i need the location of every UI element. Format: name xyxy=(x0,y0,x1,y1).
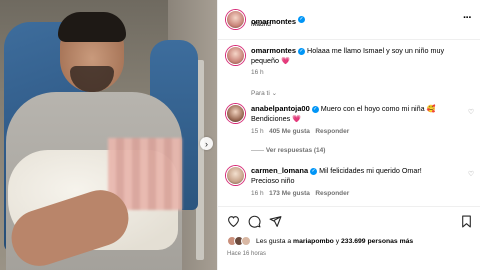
like-comment-heart-icon[interactable]: ♡ xyxy=(467,109,475,117)
verified-badge-icon: ✓ xyxy=(310,167,318,175)
likes-suffix: y xyxy=(333,238,342,245)
caption-block: omarmontes ✓ Holaaa me llamo Ismael y soy… xyxy=(251,46,461,66)
liker-avatar[interactable] xyxy=(241,236,251,246)
post-header: omarmontes ✓ Madrid ··· xyxy=(218,0,480,40)
reply-button[interactable]: Responder xyxy=(315,190,349,197)
reply-button[interactable]: Responder xyxy=(315,128,349,135)
chevron-down-icon: ⌄ xyxy=(271,90,278,97)
verified-badge-icon: ✓ xyxy=(298,47,306,55)
comment-icon[interactable] xyxy=(248,215,261,230)
caption-time[interactable]: 16 h xyxy=(251,69,264,76)
comment-username[interactable]: carmen_lomana xyxy=(251,166,308,175)
save-bookmark-icon[interactable] xyxy=(461,215,472,230)
comment-likes[interactable]: 173 Me gusta xyxy=(269,190,310,197)
likes-prefix: Les gusta a xyxy=(256,238,294,245)
verified-badge-icon: ✓ xyxy=(298,16,306,24)
for-you-label: Para ti xyxy=(251,90,270,97)
like-heart-icon[interactable] xyxy=(227,215,240,229)
view-replies-button[interactable]: —— Ver respuestas (14) xyxy=(251,147,325,154)
comment-meta: 15 h 405 Me gusta Responder xyxy=(251,128,349,135)
comment-avatar[interactable] xyxy=(226,166,245,185)
caption-avatar[interactable] xyxy=(226,46,245,65)
comment-likes[interactable]: 405 Me gusta xyxy=(269,128,310,135)
verified-badge-icon: ✓ xyxy=(311,105,319,113)
view-replies-label: Ver respuestas (14) xyxy=(265,147,326,154)
comment-body: anabelpantoja00 ✓ Muero con el hoyo como … xyxy=(251,104,449,124)
chevron-right-icon: › xyxy=(205,138,208,149)
man-hair xyxy=(58,12,126,42)
more-options-icon[interactable]: ··· xyxy=(463,12,472,24)
share-icon[interactable] xyxy=(269,215,282,230)
for-you-filter[interactable]: Para ti ⌄ xyxy=(251,89,277,97)
comment-avatar[interactable] xyxy=(226,104,245,123)
post-details-panel: omarmontes ✓ Madrid ··· omarmontes ✓ Holaa… xyxy=(217,0,480,270)
comment-time[interactable]: 15 h xyxy=(251,128,264,135)
liker-username[interactable]: mariapombo xyxy=(293,238,334,245)
post-time-ago[interactable]: Hace 16 horas xyxy=(227,251,266,257)
likes-summary: Les gusta a mariapombo y 233.699 persona… xyxy=(256,238,413,245)
replies-line: —— xyxy=(251,147,266,154)
comment-username[interactable]: anabelpantoja00 xyxy=(251,104,310,113)
comment-time[interactable]: 16 h xyxy=(251,190,264,197)
post-actions-footer: Les gusta a mariapombo y 233.699 persona… xyxy=(218,206,480,270)
post-photo[interactable]: › xyxy=(0,0,217,270)
comment-meta: 16 h 173 Me gusta Responder xyxy=(251,190,349,197)
like-comment-heart-icon[interactable]: ♡ xyxy=(467,171,475,179)
likes-count[interactable]: 233.699 personas más xyxy=(341,238,413,245)
comment-body: carmen_lomana ✓ Mil felicidades mi querid… xyxy=(251,166,449,186)
post-location[interactable]: Madrid xyxy=(251,21,271,28)
author-avatar[interactable] xyxy=(226,10,245,29)
caption-username[interactable]: omarmontes xyxy=(251,46,296,55)
next-image-button[interactable]: › xyxy=(200,137,213,150)
